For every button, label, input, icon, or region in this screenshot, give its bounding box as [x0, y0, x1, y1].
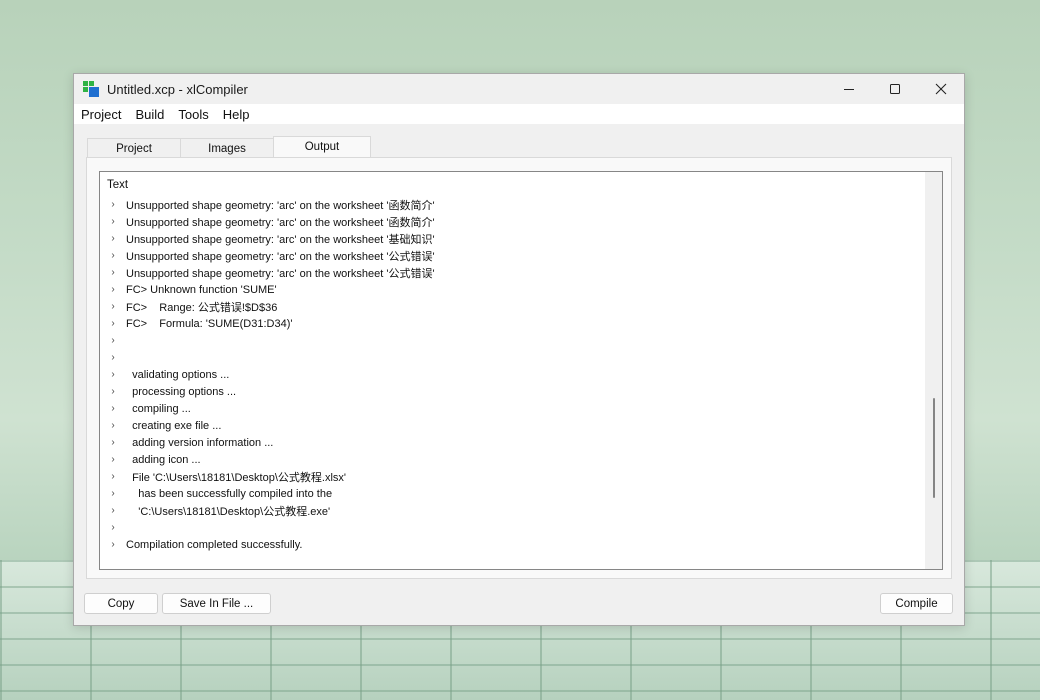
output-line[interactable]: › FC> Unknown function 'SUME' [100, 281, 924, 298]
window-title: Untitled.xcp - xlCompiler [107, 81, 248, 97]
column-header-text[interactable]: Text [100, 172, 942, 196]
menu-tools[interactable]: Tools [178, 107, 208, 122]
output-line[interactable]: › Unsupported shape geometry: 'arc' on th… [100, 264, 924, 281]
output-line-text: Unsupported shape geometry: 'arc' on the… [126, 216, 435, 229]
output-line-text: FC> Unknown function 'SUME' [126, 283, 277, 296]
output-line-text: 'C:\Users\18181\Desktop\公式教程.exe' [126, 505, 331, 518]
output-line[interactable]: › Unsupported shape geometry: 'arc' on th… [100, 230, 924, 247]
app-grid-icon [83, 81, 99, 97]
output-line-text: Unsupported shape geometry: 'arc' on the… [126, 250, 435, 263]
chevron-right-icon: › [111, 352, 115, 363]
output-line[interactable]: › compiling ... [100, 400, 924, 417]
output-line[interactable]: › Unsupported shape geometry: 'arc' on th… [100, 196, 924, 213]
save-in-file-button[interactable]: Save In File ... [162, 593, 271, 614]
tab-output[interactable]: Output [273, 136, 371, 158]
output-line[interactable]: › [100, 519, 924, 536]
chevron-right-icon: › [111, 488, 115, 499]
output-line-text: compiling ... [126, 402, 191, 415]
chevron-right-icon: › [111, 267, 115, 278]
chevron-right-icon: › [111, 250, 115, 261]
copy-button[interactable]: Copy [84, 593, 158, 614]
chevron-right-icon: › [111, 199, 115, 210]
output-line-text: FC> Range: 公式错误!$D$36 [126, 301, 278, 314]
chevron-right-icon: › [111, 301, 115, 312]
chevron-right-icon: › [111, 471, 115, 482]
output-panel: Text › Unsupported shape geometry: 'arc' … [86, 157, 952, 579]
title-bar: Untitled.xcp - xlCompiler [74, 74, 964, 104]
tab-images[interactable]: Images [180, 138, 274, 158]
chevron-right-icon: › [111, 216, 115, 227]
compile-button[interactable]: Compile [880, 593, 953, 614]
close-button[interactable] [918, 74, 964, 104]
output-line[interactable]: › Compilation completed successfully. [100, 536, 924, 553]
output-line[interactable]: › Unsupported shape geometry: 'arc' on th… [100, 213, 924, 230]
menu-bar: Project Build Tools Help [74, 104, 964, 124]
output-rows: › Unsupported shape geometry: 'arc' on th… [100, 196, 924, 553]
output-line-text: has been successfully compiled into the [126, 487, 333, 500]
output-line-text: Unsupported shape geometry: 'arc' on the… [126, 267, 435, 280]
vertical-scrollbar[interactable] [925, 172, 942, 569]
menu-project[interactable]: Project [81, 107, 121, 122]
output-line-text: Unsupported shape geometry: 'arc' on the… [126, 199, 435, 212]
output-line-text: creating exe file ... [126, 419, 222, 432]
chevron-right-icon: › [111, 335, 115, 346]
output-line-text: processing options ... [126, 385, 237, 398]
maximize-icon [890, 84, 900, 94]
output-line[interactable]: › File 'C:\Users\18181\Desktop\公式教程.xlsx… [100, 468, 924, 485]
output-line[interactable]: › has been successfully compiled into th… [100, 485, 924, 502]
tab-strip: Project Images Output [87, 136, 371, 158]
output-line[interactable]: › [100, 349, 924, 366]
scrollbar-thumb[interactable] [933, 398, 935, 499]
chevron-right-icon: › [111, 522, 115, 533]
output-line[interactable]: › adding icon ... [100, 451, 924, 468]
maximize-button[interactable] [872, 74, 918, 104]
tab-project[interactable]: Project [87, 138, 181, 158]
output-line[interactable]: › [100, 332, 924, 349]
menu-help[interactable]: Help [223, 107, 250, 122]
chevron-right-icon: › [111, 454, 115, 465]
chevron-right-icon: › [111, 437, 115, 448]
close-icon [935, 83, 947, 95]
chevron-right-icon: › [111, 420, 115, 431]
output-line[interactable]: › validating options ... [100, 366, 924, 383]
chevron-right-icon: › [111, 505, 115, 516]
chevron-right-icon: › [111, 284, 115, 295]
output-line[interactable]: › 'C:\Users\18181\Desktop\公式教程.exe' [100, 502, 924, 519]
chevron-right-icon: › [111, 403, 115, 414]
output-line-text: FC> Formula: 'SUME(D31:D34)' [126, 317, 293, 330]
chevron-right-icon: › [111, 369, 115, 380]
chevron-right-icon: › [111, 539, 115, 550]
output-line-text: validating options ... [126, 368, 230, 381]
menu-build[interactable]: Build [135, 107, 164, 122]
output-line[interactable]: › processing options ... [100, 383, 924, 400]
minimize-button[interactable] [826, 74, 872, 104]
output-line-text: File 'C:\Users\18181\Desktop\公式教程.xlsx' [126, 471, 346, 484]
output-line[interactable]: › creating exe file ... [100, 417, 924, 434]
app-window: Untitled.xcp - xlCompiler Project Build … [73, 73, 965, 626]
output-line-text: adding icon ... [126, 453, 201, 466]
output-line[interactable]: › Unsupported shape geometry: 'arc' on th… [100, 247, 924, 264]
output-line-text: adding version information ... [126, 436, 274, 449]
output-line[interactable]: › FC> Range: 公式错误!$D$36 [100, 298, 924, 315]
output-line[interactable]: › FC> Formula: 'SUME(D31:D34)' [100, 315, 924, 332]
output-line[interactable]: › adding version information ... [100, 434, 924, 451]
output-list[interactable]: Text › Unsupported shape geometry: 'arc' … [99, 171, 943, 570]
chevron-right-icon: › [111, 233, 115, 244]
chevron-right-icon: › [111, 318, 115, 329]
chevron-right-icon: › [111, 386, 115, 397]
minimize-icon [844, 89, 854, 90]
output-line-text: Compilation completed successfully. [126, 538, 303, 551]
output-line-text: Unsupported shape geometry: 'arc' on the… [126, 233, 435, 246]
